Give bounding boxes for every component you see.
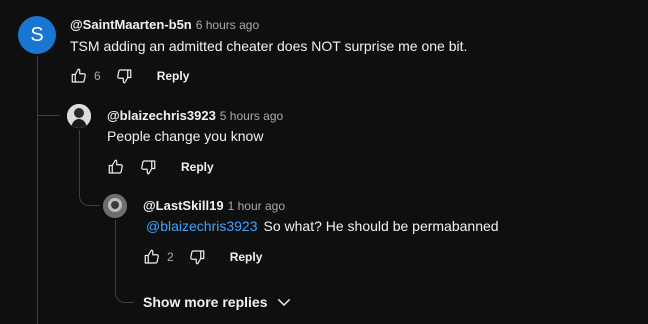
reply-button[interactable]: Reply bbox=[230, 250, 263, 264]
comment-header: @LastSkill19 1 hour ago bbox=[143, 197, 285, 215]
comment-text: @blaizechris3923 So what? He should be pe… bbox=[146, 218, 499, 234]
thread-line bbox=[37, 56, 38, 324]
show-more-connector bbox=[115, 280, 134, 303]
like-count: 6 bbox=[94, 69, 101, 83]
avatar[interactable] bbox=[103, 194, 127, 218]
thumbs-down-icon[interactable] bbox=[139, 158, 157, 176]
thumbs-up-icon[interactable] bbox=[70, 67, 88, 85]
thumbs-down-icon[interactable] bbox=[188, 248, 206, 266]
comment-time[interactable]: 1 hour ago bbox=[228, 199, 285, 213]
show-more-label: Show more replies bbox=[143, 294, 268, 310]
comment-text: People change you know bbox=[107, 128, 264, 144]
thumbs-up-icon[interactable] bbox=[143, 248, 161, 266]
mention-link[interactable]: @blaizechris3923 bbox=[146, 218, 258, 234]
comment-actions: Reply bbox=[107, 155, 214, 179]
comment-text: TSM adding an admitted cheater does NOT … bbox=[70, 38, 468, 54]
thread-connector-h bbox=[38, 115, 60, 116]
avatar[interactable]: S bbox=[18, 16, 56, 54]
comment-author[interactable]: @LastSkill19 bbox=[143, 198, 224, 213]
comment-author[interactable]: @SaintMaarten-b5n bbox=[70, 17, 192, 32]
thread-connector bbox=[37, 100, 61, 116]
comment-actions: 6 Reply bbox=[70, 64, 189, 88]
thumbs-up-icon[interactable] bbox=[107, 158, 125, 176]
comment-time[interactable]: 5 hours ago bbox=[220, 109, 283, 123]
avatar-letter: S bbox=[30, 23, 44, 46]
comment-actions: 2 Reply bbox=[143, 245, 262, 269]
reply-button[interactable]: Reply bbox=[157, 69, 190, 83]
chevron-down-icon bbox=[278, 299, 291, 306]
nested-thread-connector bbox=[79, 190, 100, 206]
comment-header: @SaintMaarten-b5n 6 hours ago bbox=[70, 16, 259, 34]
comment-author[interactable]: @blaizechris3923 bbox=[107, 108, 216, 123]
avatar[interactable] bbox=[67, 104, 91, 128]
reply-button[interactable]: Reply bbox=[181, 160, 214, 174]
nested-thread-line bbox=[79, 130, 80, 190]
comment-header: @blaizechris3923 5 hours ago bbox=[107, 107, 283, 125]
comment-body: So what? He should be permabanned bbox=[263, 218, 499, 234]
reply-thread-line bbox=[115, 220, 116, 280]
comment-time[interactable]: 6 hours ago bbox=[196, 18, 259, 32]
thumbs-down-icon[interactable] bbox=[115, 67, 133, 85]
like-count: 2 bbox=[167, 250, 174, 264]
show-more-replies-button[interactable]: Show more replies bbox=[143, 293, 293, 311]
